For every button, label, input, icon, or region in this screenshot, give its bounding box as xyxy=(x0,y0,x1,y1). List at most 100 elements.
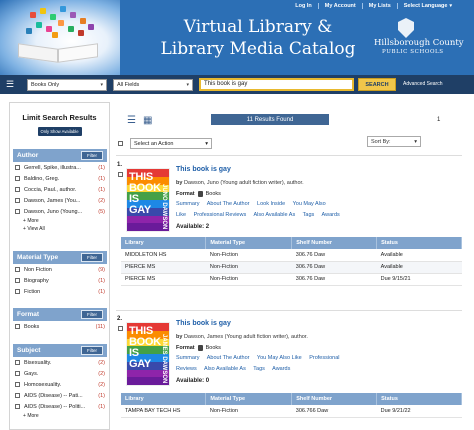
search-field-select[interactable]: All Fields ▾ xyxy=(113,79,193,91)
author-more-link[interactable]: + More xyxy=(13,217,107,225)
my-lists-link[interactable]: My Lists xyxy=(361,3,397,9)
col-library[interactable]: Library xyxy=(121,237,207,249)
col-library[interactable]: Library xyxy=(121,393,207,405)
book-cover-image[interactable]: THIS BOOK IS GAY JAMES DAWSON xyxy=(126,322,170,386)
checkbox[interactable] xyxy=(15,176,20,181)
search-input[interactable]: This book is gay xyxy=(199,78,354,91)
awards-link[interactable]: Awards xyxy=(272,366,290,372)
select-language-link[interactable]: Select Language ▾ xyxy=(396,3,458,9)
checkbox[interactable] xyxy=(15,404,20,409)
page-number[interactable]: 1 xyxy=(437,117,440,123)
district-logo: Hillsborough County PUBLIC SCHOOLS xyxy=(368,18,468,64)
result-checkbox[interactable] xyxy=(118,326,123,331)
col-material-type[interactable]: Material Type xyxy=(205,393,293,405)
facet-item[interactable]: Coccia, Paul., author. (1) xyxy=(13,184,107,195)
select-action-group: Select an Action ▾ xyxy=(118,138,212,149)
search-scope-select[interactable]: Books Only ▾ xyxy=(27,79,107,91)
grid-view-icon[interactable]: ▦ xyxy=(143,115,152,126)
awards-link[interactable]: Awards xyxy=(322,212,340,218)
professional-reviews-link[interactable]: Reviews xyxy=(176,366,197,372)
search-button[interactable]: SEARCH xyxy=(358,78,396,91)
checkbox[interactable] xyxy=(15,289,20,294)
checkbox[interactable] xyxy=(15,393,20,398)
checkbox[interactable] xyxy=(15,267,20,272)
facet-item[interactable]: Gays. (2) xyxy=(13,368,107,379)
book-icon xyxy=(197,345,203,351)
list-view-icon[interactable]: ☰ xyxy=(127,115,136,126)
holdings-table: Library Material Type Shelf Number Statu… xyxy=(121,393,462,418)
facet-item[interactable]: Baldino, Greg. (1) xyxy=(13,173,107,184)
checkbox[interactable] xyxy=(15,371,20,376)
also-available-as-link[interactable]: Also Available As xyxy=(204,366,246,372)
about-author-link[interactable]: About The Author xyxy=(207,201,250,207)
you-may-also-like-link[interactable]: You May Also xyxy=(293,201,326,207)
facet-item[interactable]: Gerrell, Spike, illustra... (1) xyxy=(13,162,107,173)
facet-item[interactable]: Bisexuality. (2) xyxy=(13,357,107,368)
about-author-link[interactable]: About The Author xyxy=(207,355,250,361)
checkbox[interactable] xyxy=(15,278,20,283)
author-view-all-link[interactable]: + View All xyxy=(13,225,107,233)
result-links: Summary About The Author Look Inside You… xyxy=(176,199,376,221)
facet-item[interactable]: Biography (1) xyxy=(13,275,107,286)
result-number: 1. xyxy=(117,162,123,168)
col-status[interactable]: Status xyxy=(376,237,462,249)
facet-item[interactable]: Fiction (1) xyxy=(13,286,107,297)
facet-item[interactable]: Dawson, James (You... (2) xyxy=(13,195,107,206)
menu-icon[interactable]: ☰ xyxy=(0,75,20,94)
chevron-down-icon: ▾ xyxy=(205,140,208,147)
subject-filter-button[interactable]: Filter xyxy=(81,346,103,355)
col-material-type[interactable]: Material Type xyxy=(205,237,293,249)
summary-link[interactable]: Summary xyxy=(176,355,200,361)
top-nav: Log In My Account My Lists Select Langua… xyxy=(289,3,458,9)
you-may-also-like-link[interactable]: You May Also Like xyxy=(257,355,302,361)
sort-by-dropdown[interactable]: Sort By: ▾ xyxy=(367,136,421,147)
district-seal-icon xyxy=(398,18,414,38)
result-checkbox[interactable] xyxy=(118,172,123,177)
professional-reviews-link[interactable]: Professional xyxy=(309,355,339,361)
author-facet-header: Author Filter xyxy=(13,149,107,162)
result-title-link[interactable]: This book is gay xyxy=(176,166,231,173)
login-link[interactable]: Log In xyxy=(289,3,318,9)
facet-item[interactable]: AIDS (Disease) -- Politi... (1) xyxy=(13,401,107,412)
col-shelf-number[interactable]: Shelf Number xyxy=(291,237,378,249)
author-link[interactable]: Dawson, James (Young adult fiction write… xyxy=(184,334,308,340)
result-number: 2. xyxy=(117,316,123,322)
material-type-filter-button[interactable]: Filter xyxy=(81,253,103,262)
checkbox[interactable] xyxy=(15,382,20,387)
availability: Available: 2 xyxy=(176,224,210,230)
checkbox[interactable] xyxy=(15,324,20,329)
table-row: PIERCE MS Non-Fiction 306.76 Daw Availab… xyxy=(121,261,462,274)
also-available-as-link[interactable]: Also Available As xyxy=(253,212,295,218)
result-title-link[interactable]: This book is gay xyxy=(176,320,231,327)
author-link[interactable]: Dawson, Juno (Young adult fiction writer… xyxy=(184,180,304,186)
result-author: by Dawson, James (Young adult fiction wr… xyxy=(176,334,308,340)
subject-more-link[interactable]: + More xyxy=(13,412,107,420)
select-all-checkbox[interactable] xyxy=(118,141,123,146)
book-cover-image[interactable]: THIS BOOK IS GAY JUNO DAWSON xyxy=(126,168,170,232)
checkbox[interactable] xyxy=(15,187,20,192)
checkbox[interactable] xyxy=(15,209,20,214)
col-status[interactable]: Status xyxy=(376,393,462,405)
only-show-available-button[interactable]: Only Show Available xyxy=(37,127,82,136)
view-toggle: ☰ ▦ xyxy=(127,115,152,126)
you-may-also-like-link[interactable]: Like xyxy=(176,212,186,218)
tags-link[interactable]: Tags xyxy=(303,212,315,218)
facet-item[interactable]: Homosexuality. (2) xyxy=(13,379,107,390)
professional-reviews-link[interactable]: Professional Reviews xyxy=(194,212,247,218)
checkbox[interactable] xyxy=(15,198,20,203)
select-action-dropdown[interactable]: Select an Action ▾ xyxy=(130,138,212,149)
facet-item[interactable]: Books (11) xyxy=(13,321,107,332)
col-shelf-number[interactable]: Shelf Number xyxy=(291,393,378,405)
summary-link[interactable]: Summary xyxy=(176,201,200,207)
format-filter-button[interactable]: Filter xyxy=(81,310,103,319)
look-inside-link[interactable]: Look Inside xyxy=(257,201,285,207)
checkbox[interactable] xyxy=(15,360,20,365)
advanced-search-link[interactable]: Advanced Search xyxy=(403,81,442,87)
facet-item[interactable]: Non Fiction (9) xyxy=(13,264,107,275)
checkbox[interactable] xyxy=(15,165,20,170)
my-account-link[interactable]: My Account xyxy=(317,3,362,9)
facet-item[interactable]: AIDS (Disease) -- Pati... (1) xyxy=(13,390,107,401)
author-filter-button[interactable]: Filter xyxy=(81,151,103,160)
facet-item[interactable]: Dawson, Juno (Young... (5) xyxy=(13,206,107,217)
tags-link[interactable]: Tags xyxy=(253,366,265,372)
